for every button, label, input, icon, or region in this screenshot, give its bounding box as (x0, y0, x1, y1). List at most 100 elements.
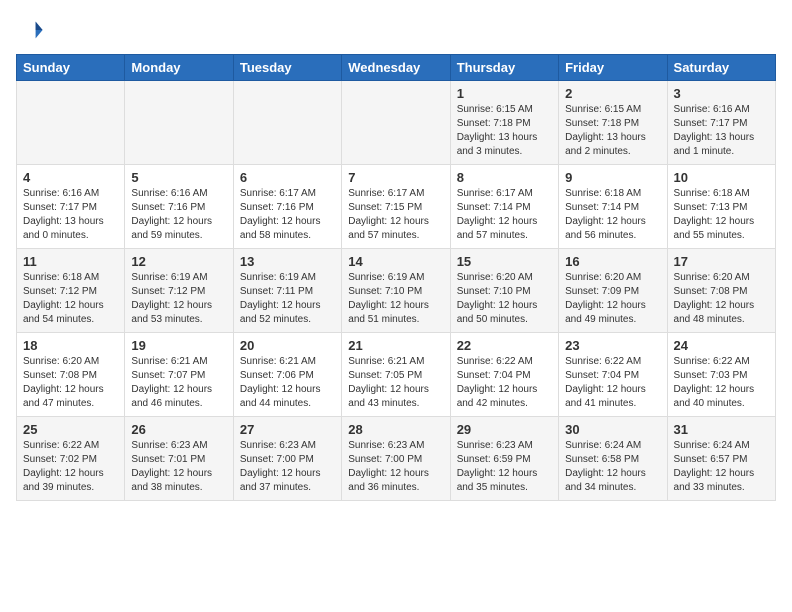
day-info: Sunrise: 6:20 AM Sunset: 7:08 PM Dayligh… (23, 355, 118, 411)
day-number: 6 (240, 170, 335, 185)
day-info: Sunrise: 6:23 AM Sunset: 7:00 PM Dayligh… (240, 439, 335, 495)
calendar-cell: 6 Sunrise: 6:17 AM Sunset: 7:16 PM Daylig… (233, 165, 341, 249)
day-number: 8 (457, 170, 552, 185)
day-info: Sunrise: 6:22 AM Sunset: 7:04 PM Dayligh… (457, 355, 552, 411)
day-number: 22 (457, 338, 552, 353)
calendar-cell (233, 81, 341, 165)
day-header-thursday: Thursday (450, 55, 558, 81)
day-number: 28 (348, 422, 443, 437)
calendar-cell: 19 Sunrise: 6:21 AM Sunset: 7:07 PM Dayli… (125, 333, 233, 417)
day-number: 1 (457, 86, 552, 101)
calendar-cell: 26 Sunrise: 6:23 AM Sunset: 7:01 PM Dayli… (125, 417, 233, 501)
day-number: 27 (240, 422, 335, 437)
calendar-cell: 24 Sunrise: 6:22 AM Sunset: 7:03 PM Dayli… (667, 333, 775, 417)
calendar-cell (125, 81, 233, 165)
day-number: 29 (457, 422, 552, 437)
day-number: 5 (131, 170, 226, 185)
day-info: Sunrise: 6:23 AM Sunset: 6:59 PM Dayligh… (457, 439, 552, 495)
day-info: Sunrise: 6:23 AM Sunset: 7:01 PM Dayligh… (131, 439, 226, 495)
calendar-cell (17, 81, 125, 165)
day-number: 21 (348, 338, 443, 353)
page-header (16, 16, 776, 44)
calendar-week-row: 18 Sunrise: 6:20 AM Sunset: 7:08 PM Dayli… (17, 333, 776, 417)
calendar-header-row: SundayMondayTuesdayWednesdayThursdayFrid… (17, 55, 776, 81)
day-header-monday: Monday (125, 55, 233, 81)
calendar-cell: 18 Sunrise: 6:20 AM Sunset: 7:08 PM Dayli… (17, 333, 125, 417)
day-info: Sunrise: 6:24 AM Sunset: 6:58 PM Dayligh… (565, 439, 660, 495)
calendar-cell: 3Sunrise: 6:16 AM Sunset: 7:17 PM Daylig… (667, 81, 775, 165)
calendar-cell: 17Sunrise: 6:20 AM Sunset: 7:08 PM Dayli… (667, 249, 775, 333)
calendar-week-row: 1 Sunrise: 6:15 AM Sunset: 7:18 PM Daylig… (17, 81, 776, 165)
day-info: Sunrise: 6:17 AM Sunset: 7:14 PM Dayligh… (457, 187, 552, 243)
day-info: Sunrise: 6:24 AM Sunset: 6:57 PM Dayligh… (674, 439, 769, 495)
calendar-cell: 10 Sunrise: 6:18 AM Sunset: 7:13 PM Dayli… (667, 165, 775, 249)
day-info: Sunrise: 6:20 AM Sunset: 7:10 PM Dayligh… (457, 271, 552, 327)
day-info: Sunrise: 6:22 AM Sunset: 7:03 PM Dayligh… (674, 355, 769, 411)
logo-icon (16, 16, 44, 44)
calendar-cell: 25Sunrise: 6:22 AM Sunset: 7:02 PM Dayli… (17, 417, 125, 501)
day-number: 11 (23, 254, 118, 269)
calendar-cell: 21 Sunrise: 6:21 AM Sunset: 7:05 PM Dayli… (342, 333, 450, 417)
day-number: 12 (131, 254, 226, 269)
calendar-cell: 20Sunrise: 6:21 AM Sunset: 7:06 PM Dayli… (233, 333, 341, 417)
calendar-cell: 8 Sunrise: 6:17 AM Sunset: 7:14 PM Daylig… (450, 165, 558, 249)
day-info: Sunrise: 6:19 AM Sunset: 7:10 PM Dayligh… (348, 271, 443, 327)
day-info: Sunrise: 6:17 AM Sunset: 7:16 PM Dayligh… (240, 187, 335, 243)
calendar-cell: 12 Sunrise: 6:19 AM Sunset: 7:12 PM Dayli… (125, 249, 233, 333)
day-number: 14 (348, 254, 443, 269)
calendar-cell: 1 Sunrise: 6:15 AM Sunset: 7:18 PM Daylig… (450, 81, 558, 165)
day-number: 7 (348, 170, 443, 185)
calendar-cell: 14 Sunrise: 6:19 AM Sunset: 7:10 PM Dayli… (342, 249, 450, 333)
calendar-cell: 7 Sunrise: 6:17 AM Sunset: 7:15 PM Daylig… (342, 165, 450, 249)
day-header-tuesday: Tuesday (233, 55, 341, 81)
day-info: Sunrise: 6:16 AM Sunset: 7:16 PM Dayligh… (131, 187, 226, 243)
day-info: Sunrise: 6:16 AM Sunset: 7:17 PM Dayligh… (23, 187, 118, 243)
day-info: Sunrise: 6:23 AM Sunset: 7:00 PM Dayligh… (348, 439, 443, 495)
day-number: 17 (674, 254, 769, 269)
day-number: 13 (240, 254, 335, 269)
day-info: Sunrise: 6:15 AM Sunset: 7:18 PM Dayligh… (457, 103, 552, 159)
day-number: 26 (131, 422, 226, 437)
calendar-cell: 5 Sunrise: 6:16 AM Sunset: 7:16 PM Daylig… (125, 165, 233, 249)
calendar-cell: 27 Sunrise: 6:23 AM Sunset: 7:00 PM Dayli… (233, 417, 341, 501)
day-info: Sunrise: 6:15 AM Sunset: 7:18 PM Dayligh… (565, 103, 660, 159)
calendar-cell: 29 Sunrise: 6:23 AM Sunset: 6:59 PM Dayli… (450, 417, 558, 501)
day-info: Sunrise: 6:20 AM Sunset: 7:09 PM Dayligh… (565, 271, 660, 327)
calendar-cell: 16 Sunrise: 6:20 AM Sunset: 7:09 PM Dayli… (559, 249, 667, 333)
day-number: 19 (131, 338, 226, 353)
day-number: 24 (674, 338, 769, 353)
calendar-week-row: 4 Sunrise: 6:16 AM Sunset: 7:17 PM Daylig… (17, 165, 776, 249)
calendar-cell: 31 Sunrise: 6:24 AM Sunset: 6:57 PM Dayli… (667, 417, 775, 501)
day-number: 31 (674, 422, 769, 437)
day-number: 15 (457, 254, 552, 269)
calendar-table: SundayMondayTuesdayWednesdayThursdayFrid… (16, 54, 776, 501)
day-number: 3 (674, 86, 769, 101)
day-number: 9 (565, 170, 660, 185)
day-info: Sunrise: 6:21 AM Sunset: 7:07 PM Dayligh… (131, 355, 226, 411)
day-info: Sunrise: 6:17 AM Sunset: 7:15 PM Dayligh… (348, 187, 443, 243)
calendar-cell: 30Sunrise: 6:24 AM Sunset: 6:58 PM Dayli… (559, 417, 667, 501)
day-number: 18 (23, 338, 118, 353)
day-number: 10 (674, 170, 769, 185)
calendar-week-row: 11Sunrise: 6:18 AM Sunset: 7:12 PM Dayli… (17, 249, 776, 333)
day-number: 4 (23, 170, 118, 185)
calendar-cell: 13Sunrise: 6:19 AM Sunset: 7:11 PM Dayli… (233, 249, 341, 333)
calendar-cell: 15 Sunrise: 6:20 AM Sunset: 7:10 PM Dayli… (450, 249, 558, 333)
day-info: Sunrise: 6:18 AM Sunset: 7:13 PM Dayligh… (674, 187, 769, 243)
day-number: 2 (565, 86, 660, 101)
day-info: Sunrise: 6:21 AM Sunset: 7:05 PM Dayligh… (348, 355, 443, 411)
calendar-cell: 11Sunrise: 6:18 AM Sunset: 7:12 PM Dayli… (17, 249, 125, 333)
calendar-cell: 4 Sunrise: 6:16 AM Sunset: 7:17 PM Daylig… (17, 165, 125, 249)
day-number: 16 (565, 254, 660, 269)
day-number: 25 (23, 422, 118, 437)
calendar-cell: 2 Sunrise: 6:15 AM Sunset: 7:18 PM Daylig… (559, 81, 667, 165)
day-info: Sunrise: 6:19 AM Sunset: 7:12 PM Dayligh… (131, 271, 226, 327)
calendar-cell: 22 Sunrise: 6:22 AM Sunset: 7:04 PM Dayli… (450, 333, 558, 417)
calendar-cell: 28 Sunrise: 6:23 AM Sunset: 7:00 PM Dayli… (342, 417, 450, 501)
day-info: Sunrise: 6:22 AM Sunset: 7:04 PM Dayligh… (565, 355, 660, 411)
day-number: 23 (565, 338, 660, 353)
logo (16, 16, 48, 44)
calendar-cell: 9Sunrise: 6:18 AM Sunset: 7:14 PM Daylig… (559, 165, 667, 249)
calendar-cell (342, 81, 450, 165)
day-info: Sunrise: 6:21 AM Sunset: 7:06 PM Dayligh… (240, 355, 335, 411)
